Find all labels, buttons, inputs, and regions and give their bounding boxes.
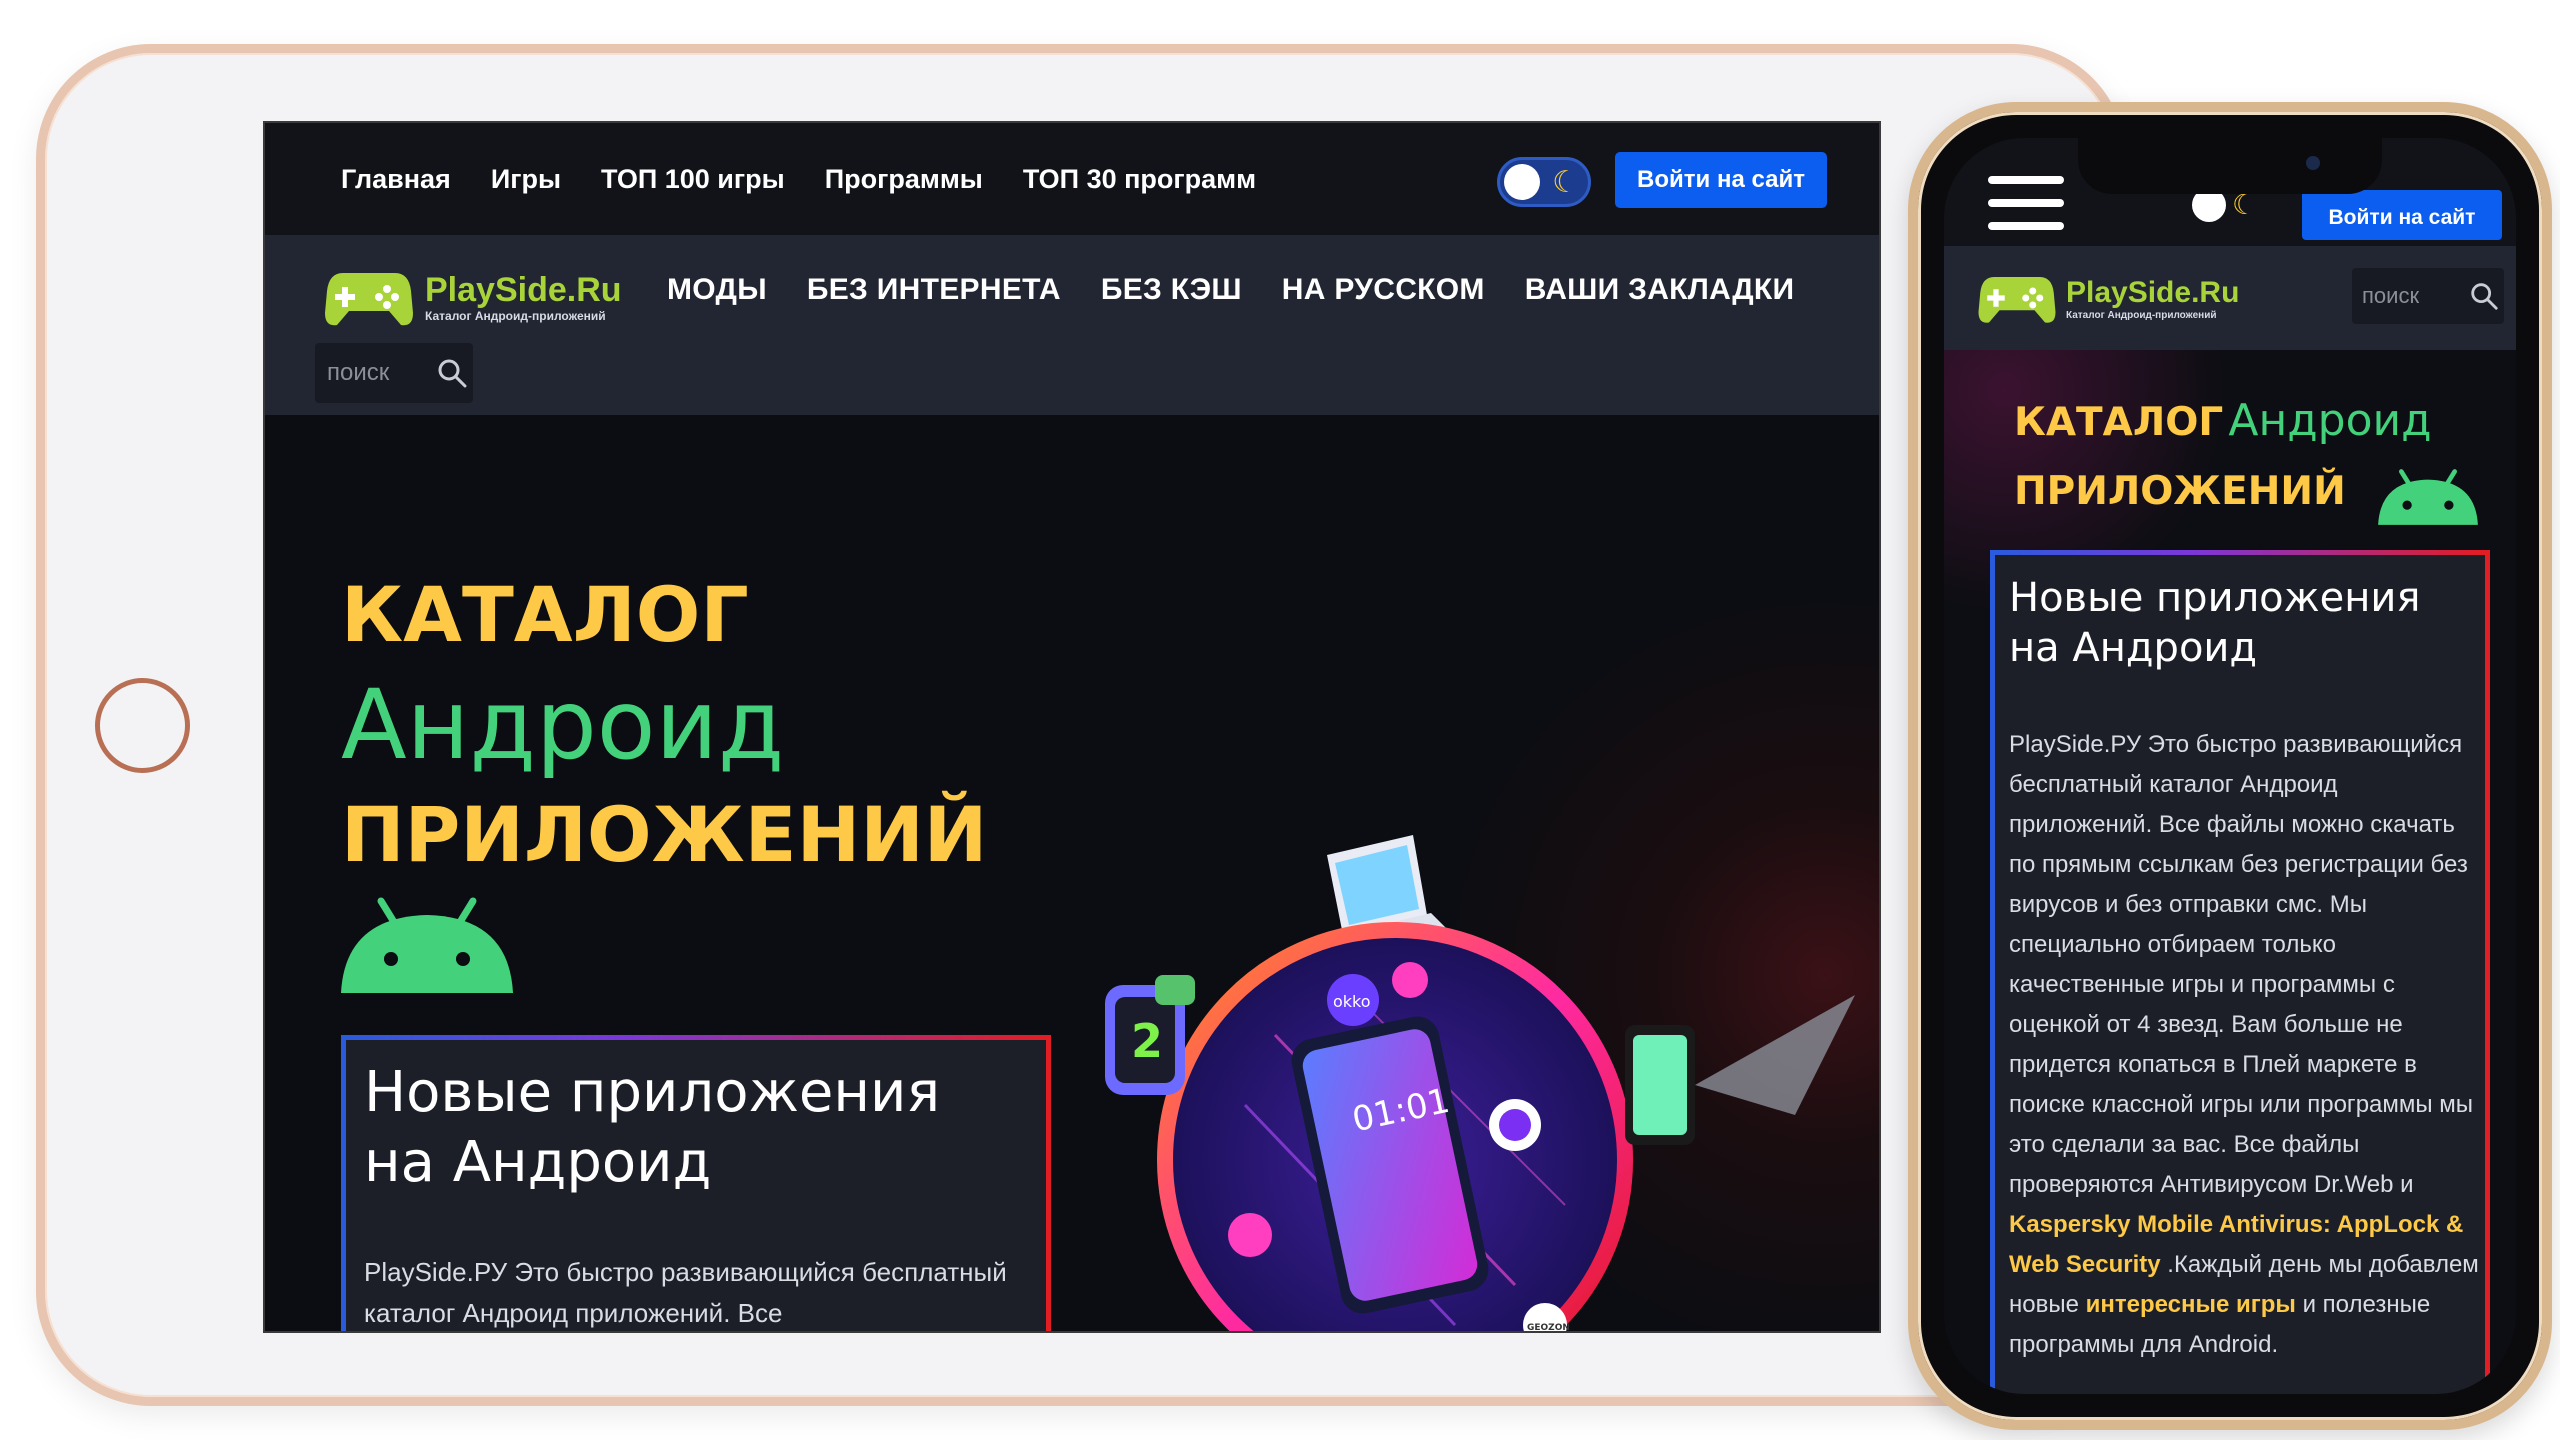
phone-new-apps-heading: Новые приложения на Андроид (2009, 573, 2485, 673)
android-icon (2378, 469, 2478, 525)
hero-title-line2: Андроид (341, 669, 785, 781)
camera-icon (2306, 156, 2320, 170)
search-icon[interactable] (2468, 280, 2500, 312)
phone-new-apps-heading-line2: на Андроид (2009, 625, 2258, 671)
svg-text:GEOZON: GEOZON (1527, 1323, 1570, 1333)
top-nav: Главная Игры ТОП 100 игры Программы ТОП … (341, 164, 1256, 195)
nav-link-top100-games[interactable]: ТОП 100 игры (601, 164, 785, 195)
phone-new-apps-heading-line1: Новые приложения (2009, 575, 2421, 621)
top-bar: Главная Игры ТОП 100 игры Программы ТОП … (265, 123, 1879, 235)
theme-toggle[interactable]: ☾ (1497, 157, 1591, 207)
toggle-knob (1504, 164, 1540, 200)
hero-illustration: 01:01 2 okko GEOZON (1105, 835, 1855, 1333)
category-bookmarks[interactable]: ВАШИ ЗАКЛАДКИ (1525, 273, 1795, 307)
new-apps-card: Новые приложения на Андроид PlaySide.РУ … (341, 1035, 1051, 1331)
home-button[interactable] (95, 678, 190, 773)
main-header: PlaySide.Ru Каталог Андроид-приложений М… (265, 235, 1879, 415)
phone-screen: ☾ Войти на сайт PlaySide.Ru Каталог Андр… (1944, 138, 2516, 1394)
logo-title: PlaySide.Ru (425, 271, 622, 309)
phone-header: PlaySide.Ru Каталог Андроид-приложений (1944, 246, 2516, 350)
hero-title: КАТАЛОГ Андроид ПРИЛОЖЕНИЙ (341, 565, 987, 885)
new-apps-heading: Новые приложения на Андроид (364, 1058, 1046, 1198)
login-button[interactable]: Войти на сайт (1615, 152, 1827, 208)
svg-text:okko: okko (1333, 992, 1371, 1011)
hero-title-line1: КАТАЛОГ (341, 570, 749, 659)
category-offline[interactable]: БЕЗ ИНТЕРНЕТА (807, 273, 1061, 307)
search-icon[interactable] (435, 356, 469, 390)
category-russian[interactable]: НА РУССКОМ (1282, 273, 1485, 307)
logo-title: PlaySide.Ru (2066, 275, 2240, 309)
phone-hero-title-line1: КАТАЛОГ (2014, 400, 2224, 445)
nav-link-home[interactable]: Главная (341, 164, 451, 195)
smartwatch-icon: 2 (1105, 975, 1195, 1095)
phone-hero-title-line3: ПРИЛОЖЕНИЙ (2014, 469, 2346, 514)
phone-hero-title-line2: Андроид (2228, 395, 2432, 446)
hero-section: КАТАЛОГ Андроид ПРИЛОЖЕНИЙ Новые приложе… (265, 415, 1879, 1333)
nav-link-games[interactable]: Игры (491, 164, 561, 195)
logo-subtitle: Каталог Андроид-приложений (425, 309, 606, 323)
phone-hero-section: КАТАЛОГ Андроид ПРИЛОЖЕНИЙ Новые приложе… (1944, 350, 2516, 1394)
description-intro: PlaySide.РУ Это быстро развивающийся бес… (2009, 731, 2474, 1198)
interesting-games-link[interactable]: интересные игры (2086, 1291, 2296, 1318)
phone-login-button[interactable]: Войти на сайт (2302, 190, 2502, 240)
phone-notch (2078, 138, 2382, 194)
logo-subtitle: Каталог Андроид-приложений (2066, 309, 2217, 321)
svg-text:2: 2 (1131, 1014, 1163, 1068)
android-icon (341, 897, 513, 993)
category-mods[interactable]: МОДЫ (667, 273, 767, 307)
phone-search-input[interactable] (2362, 283, 2468, 309)
new-apps-description: PlaySide.РУ Это быстро развивающийся бес… (364, 1257, 1007, 1328)
gamepad-logo-icon (1978, 277, 2056, 323)
nav-link-top30-programs[interactable]: ТОП 30 программ (1023, 164, 1256, 195)
site-logo[interactable]: PlaySide.Ru Каталог Андроид-приложений (325, 265, 622, 329)
phone-site-logo[interactable]: PlaySide.Ru Каталог Андроид-приложений (1978, 270, 2239, 326)
search-input[interactable] (327, 359, 435, 387)
new-apps-heading-line1: Новые приложения (364, 1060, 941, 1125)
nav-link-programs[interactable]: Программы (825, 164, 983, 195)
moon-icon: ☾ (1552, 166, 1579, 199)
tablet-illustration (1625, 1025, 1695, 1145)
category-nav: МОДЫ БЕЗ ИНТЕРНЕТА БЕЗ КЭШ НА РУССКОМ ВА… (667, 273, 1794, 307)
phone-new-apps-description: PlaySide.РУ Это быстро развивающийся бес… (2009, 725, 2483, 1365)
phone-search-box (2352, 268, 2504, 324)
new-apps-heading-line2: на Андроид (364, 1130, 712, 1195)
hamburger-menu-icon[interactable] (1988, 176, 2064, 230)
gamepad-logo-icon (325, 273, 413, 326)
phone-new-apps-card: Новые приложения на Андроид PlaySide.РУ … (1990, 550, 2490, 1394)
search-box (315, 343, 473, 403)
phone-frame: ☾ Войти на сайт PlaySide.Ru Каталог Андр… (1908, 102, 2552, 1430)
hero-title-line3: ПРИЛОЖЕНИЙ (341, 790, 988, 879)
category-no-cache[interactable]: БЕЗ КЭШ (1101, 273, 1242, 307)
tablet-frame: Главная Игры ТОП 100 игры Программы ТОП … (36, 44, 2126, 1406)
tablet-screen: Главная Игры ТОП 100 игры Программы ТОП … (263, 121, 1881, 1333)
